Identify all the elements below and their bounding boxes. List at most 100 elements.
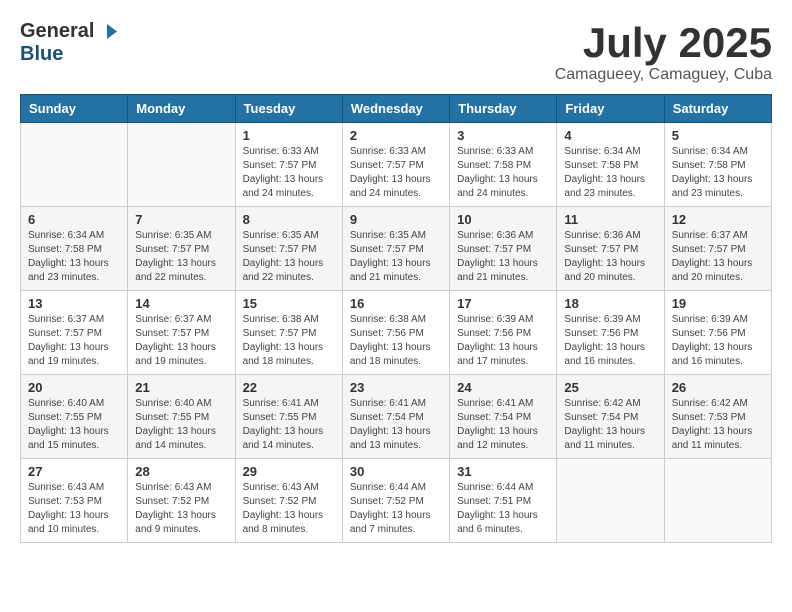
calendar-cell: 9 Sunrise: 6:35 AM Sunset: 7:57 PM Daylig… — [342, 207, 449, 291]
day-number: 1 — [243, 128, 335, 143]
calendar-cell: 4Sunrise: 6:34 AM Sunset: 7:58 PM Daylig… — [557, 123, 664, 207]
calendar-table: SundayMondayTuesdayWednesdayThursdayFrid… — [20, 94, 772, 543]
day-number: 28 — [135, 464, 227, 479]
calendar-cell: 17 Sunrise: 6:39 AM Sunset: 7:56 PM Dayli… — [450, 291, 557, 375]
weekday-header: Sunday — [21, 95, 128, 123]
day-number: 6 — [28, 212, 120, 227]
calendar-cell: 25 Sunrise: 6:42 AM Sunset: 7:54 PM Dayli… — [557, 375, 664, 459]
calendar-cell: 1 Sunrise: 6:33 AM Sunset: 7:57 PM Daylig… — [235, 123, 342, 207]
day-info: Sunrise: 6:33 AM Sunset: 7:57 PM Dayligh… — [350, 145, 442, 201]
calendar-cell: 31 Sunrise: 6:44 AM Sunset: 7:51 PM Dayli… — [450, 459, 557, 543]
calendar-cell: 3 Sunrise: 6:33 AM Sunset: 7:58 PM Daylig… — [450, 123, 557, 207]
day-number: 15 — [243, 296, 335, 311]
day-info: Sunrise: 6:43 AM Sunset: 7:52 PM Dayligh… — [243, 481, 335, 537]
day-info: Sunrise: 6:39 AM Sunset: 7:56 PM Dayligh… — [672, 313, 764, 369]
calendar-cell: 10 Sunrise: 6:36 AM Sunset: 7:57 PM Dayli… — [450, 207, 557, 291]
day-number: 14 — [135, 296, 227, 311]
day-info: Sunrise: 6:37 AM Sunset: 7:57 PM Dayligh… — [672, 229, 764, 285]
day-number: 9 — [350, 212, 442, 227]
weekday-header: Thursday — [450, 95, 557, 123]
calendar-cell: 16Sunrise: 6:38 AM Sunset: 7:56 PM Dayli… — [342, 291, 449, 375]
weekday-header: Saturday — [664, 95, 771, 123]
calendar-cell — [664, 459, 771, 543]
calendar-cell: 22 Sunrise: 6:41 AM Sunset: 7:55 PM Dayli… — [235, 375, 342, 459]
calendar-cell — [21, 123, 128, 207]
calendar-cell — [557, 459, 664, 543]
day-number: 30 — [350, 464, 442, 479]
day-info: Sunrise: 6:44 AM Sunset: 7:51 PM Dayligh… — [457, 481, 549, 537]
calendar-cell: 14 Sunrise: 6:37 AM Sunset: 7:57 PM Dayli… — [128, 291, 235, 375]
logo-flag-icon — [97, 24, 117, 39]
day-number: 13 — [28, 296, 120, 311]
day-info: Sunrise: 6:40 AM Sunset: 7:55 PM Dayligh… — [28, 397, 120, 453]
day-info: Sunrise: 6:44 AM Sunset: 7:52 PM Dayligh… — [350, 481, 442, 537]
calendar-cell: 13 Sunrise: 6:37 AM Sunset: 7:57 PM Dayli… — [21, 291, 128, 375]
day-number: 2 — [350, 128, 442, 143]
calendar-cell: 21 Sunrise: 6:40 AM Sunset: 7:55 PM Dayli… — [128, 375, 235, 459]
day-number: 19 — [672, 296, 764, 311]
day-info: Sunrise: 6:38 AM Sunset: 7:57 PM Dayligh… — [243, 313, 335, 369]
calendar-cell: 26Sunrise: 6:42 AM Sunset: 7:53 PM Dayli… — [664, 375, 771, 459]
calendar-cell: 7 Sunrise: 6:35 AM Sunset: 7:57 PM Daylig… — [128, 207, 235, 291]
calendar-cell: 12Sunrise: 6:37 AM Sunset: 7:57 PM Dayli… — [664, 207, 771, 291]
calendar-cell: 11 Sunrise: 6:36 AM Sunset: 7:57 PM Dayli… — [557, 207, 664, 291]
day-info: Sunrise: 6:42 AM Sunset: 7:54 PM Dayligh… — [564, 397, 656, 453]
day-info: Sunrise: 6:33 AM Sunset: 7:57 PM Dayligh… — [243, 145, 335, 201]
day-number: 22 — [243, 380, 335, 395]
day-info: Sunrise: 6:36 AM Sunset: 7:57 PM Dayligh… — [457, 229, 549, 285]
calendar-cell — [128, 123, 235, 207]
weekday-header: Monday — [128, 95, 235, 123]
day-number: 17 — [457, 296, 549, 311]
calendar-cell: 5 Sunrise: 6:34 AM Sunset: 7:58 PM Daylig… — [664, 123, 771, 207]
logo-blue-text: Blue — [20, 43, 117, 66]
calendar-cell: 20 Sunrise: 6:40 AM Sunset: 7:55 PM Dayli… — [21, 375, 128, 459]
day-number: 10 — [457, 212, 549, 227]
day-info: Sunrise: 6:36 AM Sunset: 7:57 PM Dayligh… — [564, 229, 656, 285]
day-info: Sunrise: 6:34 AM Sunset: 7:58 PM Dayligh… — [672, 145, 764, 201]
location-subtitle: Camagueey, Camaguey, Cuba — [555, 66, 772, 84]
calendar-cell: 30 Sunrise: 6:44 AM Sunset: 7:52 PM Dayli… — [342, 459, 449, 543]
calendar-cell: 6 Sunrise: 6:34 AM Sunset: 7:58 PM Daylig… — [21, 207, 128, 291]
day-number: 29 — [243, 464, 335, 479]
day-info: Sunrise: 6:35 AM Sunset: 7:57 PM Dayligh… — [350, 229, 442, 285]
day-number: 25 — [564, 380, 656, 395]
calendar-cell: 18Sunrise: 6:39 AM Sunset: 7:56 PM Dayli… — [557, 291, 664, 375]
day-info: Sunrise: 6:33 AM Sunset: 7:58 PM Dayligh… — [457, 145, 549, 201]
day-info: Sunrise: 6:41 AM Sunset: 7:55 PM Dayligh… — [243, 397, 335, 453]
month-title: July 2025 — [555, 20, 772, 66]
day-number: 24 — [457, 380, 549, 395]
day-info: Sunrise: 6:35 AM Sunset: 7:57 PM Dayligh… — [135, 229, 227, 285]
calendar-cell: 23Sunrise: 6:41 AM Sunset: 7:54 PM Dayli… — [342, 375, 449, 459]
day-info: Sunrise: 6:37 AM Sunset: 7:57 PM Dayligh… — [28, 313, 120, 369]
day-info: Sunrise: 6:38 AM Sunset: 7:56 PM Dayligh… — [350, 313, 442, 369]
day-info: Sunrise: 6:39 AM Sunset: 7:56 PM Dayligh… — [457, 313, 549, 369]
logo-general-text: General — [20, 20, 94, 43]
day-number: 8 — [243, 212, 335, 227]
day-number: 4 — [564, 128, 656, 143]
calendar-cell: 19 Sunrise: 6:39 AM Sunset: 7:56 PM Dayli… — [664, 291, 771, 375]
day-info: Sunrise: 6:37 AM Sunset: 7:57 PM Dayligh… — [135, 313, 227, 369]
calendar-cell: 27Sunrise: 6:43 AM Sunset: 7:53 PM Dayli… — [21, 459, 128, 543]
day-number: 31 — [457, 464, 549, 479]
title-block: July 2025 Camagueey, Camaguey, Cuba — [555, 20, 772, 84]
day-number: 20 — [28, 380, 120, 395]
day-number: 11 — [564, 212, 656, 227]
page-header: General Blue July 2025 Camagueey, Camagu… — [20, 20, 772, 84]
day-number: 18 — [564, 296, 656, 311]
day-number: 7 — [135, 212, 227, 227]
day-number: 5 — [672, 128, 764, 143]
weekday-header: Friday — [557, 95, 664, 123]
day-info: Sunrise: 6:43 AM Sunset: 7:52 PM Dayligh… — [135, 481, 227, 537]
calendar-cell: 8 Sunrise: 6:35 AM Sunset: 7:57 PM Daylig… — [235, 207, 342, 291]
day-info: Sunrise: 6:43 AM Sunset: 7:53 PM Dayligh… — [28, 481, 120, 537]
day-number: 3 — [457, 128, 549, 143]
day-info: Sunrise: 6:35 AM Sunset: 7:57 PM Dayligh… — [243, 229, 335, 285]
day-info: Sunrise: 6:34 AM Sunset: 7:58 PM Dayligh… — [28, 229, 120, 285]
calendar-cell: 28 Sunrise: 6:43 AM Sunset: 7:52 PM Dayli… — [128, 459, 235, 543]
day-info: Sunrise: 6:42 AM Sunset: 7:53 PM Dayligh… — [672, 397, 764, 453]
calendar-cell: 15 Sunrise: 6:38 AM Sunset: 7:57 PM Dayli… — [235, 291, 342, 375]
day-info: Sunrise: 6:40 AM Sunset: 7:55 PM Dayligh… — [135, 397, 227, 453]
day-info: Sunrise: 6:41 AM Sunset: 7:54 PM Dayligh… — [350, 397, 442, 453]
day-number: 21 — [135, 380, 227, 395]
calendar-cell: 24Sunrise: 6:41 AM Sunset: 7:54 PM Dayli… — [450, 375, 557, 459]
